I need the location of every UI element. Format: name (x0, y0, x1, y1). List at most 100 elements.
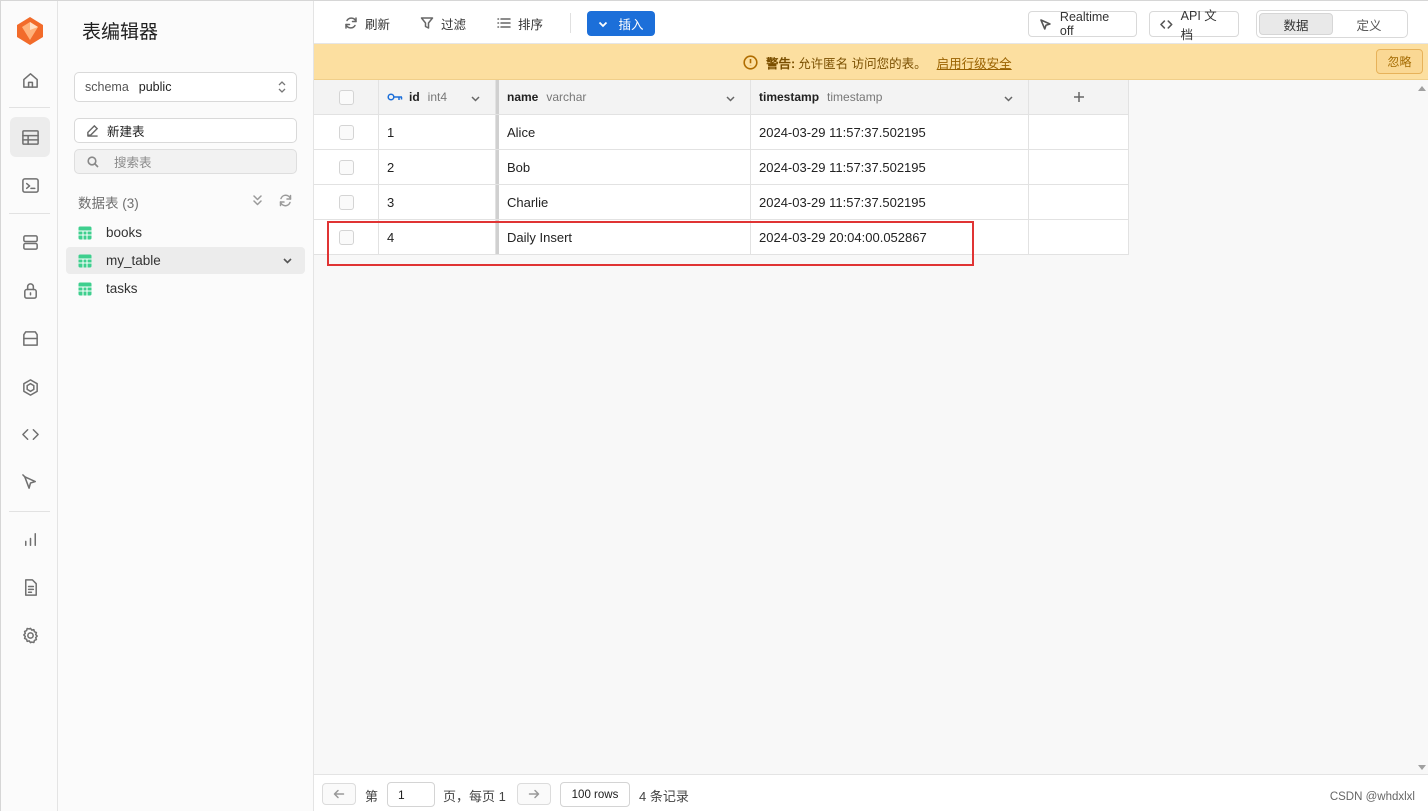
primary-key-icon (387, 93, 403, 101)
cell-id[interactable]: 4 (379, 220, 496, 255)
logs-document-icon[interactable] (10, 567, 50, 607)
cell-timestamp[interactable]: 2024-03-29 11:57:37.502195 (751, 115, 1029, 150)
settings-gear-icon[interactable] (10, 615, 50, 655)
refresh-tables-icon[interactable] (278, 193, 293, 208)
table-row[interactable]: 4 Daily Insert 2024-03-29 20:04:00.05286… (314, 220, 1129, 255)
table-grid-icon (78, 226, 92, 239)
row-checkbox[interactable] (338, 229, 354, 245)
next-page-button[interactable] (517, 783, 551, 805)
rls-warning-banner: 警告: 允许匿名 访问您的表。 启用行级安全 忽略 (314, 44, 1428, 80)
column-menu-chevron-icon[interactable] (1003, 93, 1014, 104)
table-grid-icon (78, 254, 92, 267)
toolbar: 刷新 过滤 排序 插入 Realtime off API 文档 数据 定义 (314, 1, 1428, 44)
tables-header: 数据表 (3) (78, 196, 139, 211)
cell-name[interactable]: Daily Insert (499, 220, 751, 255)
dismiss-warning-button[interactable]: 忽略 (1376, 49, 1423, 74)
schema-select[interactable]: schema public (74, 72, 297, 102)
api-code-icon[interactable] (10, 414, 50, 454)
column-menu-chevron-icon[interactable] (725, 93, 736, 104)
cell-name[interactable]: Charlie (499, 185, 751, 220)
sql-editor-icon[interactable] (10, 165, 50, 205)
cell-id[interactable]: 3 (379, 185, 496, 220)
app-window: 表编辑器 schema public 新建表 搜索表 数据表 (3) books… (0, 0, 1428, 811)
app-logo-icon[interactable] (16, 16, 44, 46)
scroll-up-arrow-icon[interactable] (1418, 86, 1426, 91)
cell-id[interactable]: 1 (379, 115, 496, 150)
column-name: id (409, 90, 420, 104)
add-column-button[interactable] (1029, 80, 1129, 115)
arrow-right-icon (528, 789, 540, 799)
cell-empty (1029, 150, 1129, 185)
sidebar-item-my-table[interactable]: my_table (66, 247, 305, 274)
storage-icon[interactable] (10, 318, 50, 358)
select-arrows-icon (278, 81, 286, 93)
new-table-button[interactable]: 新建表 (74, 118, 297, 143)
sidebar-item-tasks[interactable]: tasks (66, 275, 305, 302)
sort-button[interactable]: 排序 (497, 12, 543, 34)
tab-definition[interactable]: 定义 (1332, 13, 1406, 35)
chevron-down-icon (599, 21, 608, 27)
database-icon[interactable] (10, 222, 50, 262)
realtime-cursor-icon[interactable] (10, 462, 50, 502)
column-menu-chevron-icon[interactable] (470, 93, 481, 104)
page-title: 表编辑器 (82, 22, 159, 43)
realtime-toggle-button[interactable]: Realtime off (1028, 10, 1137, 38)
new-table-label: 新建表 (107, 125, 145, 139)
cell-empty (1029, 220, 1129, 255)
row-checkbox[interactable] (338, 194, 354, 210)
edit-icon (87, 124, 99, 137)
home-icon[interactable] (10, 60, 50, 100)
enable-rls-link[interactable]: 启用行级安全 (937, 53, 1012, 72)
filter-button[interactable]: 过滤 (420, 12, 466, 34)
table-row[interactable]: 3 Charlie 2024-03-29 11:57:37.502195 (314, 185, 1129, 220)
refresh-button[interactable]: 刷新 (344, 12, 390, 34)
table-row[interactable]: 2 Bob 2024-03-29 11:57:37.502195 (314, 150, 1129, 185)
vertical-scrollbar[interactable] (1415, 80, 1428, 774)
refresh-icon (345, 17, 357, 29)
cell-name[interactable]: Alice (499, 115, 751, 150)
insert-button[interactable]: 插入 (587, 11, 655, 36)
table-search-input[interactable]: 搜索表 (74, 149, 297, 174)
column-name: name (507, 90, 539, 104)
select-all-checkbox[interactable] (338, 89, 354, 105)
realtime-label: Realtime off (1059, 10, 1110, 38)
pagination-footer: 第 1 页，每页 1 100 rows 4 条记录 CSDN @whdxlxl (314, 774, 1428, 811)
insert-label: 插入 (618, 18, 644, 32)
edge-functions-icon[interactable] (10, 367, 50, 407)
row-checkbox[interactable] (338, 124, 354, 140)
sidebar-item-books[interactable]: books (66, 219, 305, 246)
filter-label: 过滤 (441, 17, 467, 32)
sort-list-icon (497, 18, 511, 28)
cursor-icon (1040, 18, 1051, 30)
collapse-all-icon[interactable] (250, 193, 265, 208)
cell-timestamp[interactable]: 2024-03-29 20:04:00.052867 (751, 220, 1029, 255)
rows-per-page-select[interactable]: 100 rows (560, 782, 630, 807)
cell-timestamp[interactable]: 2024-03-29 11:57:37.502195 (751, 185, 1029, 220)
chevron-down-icon[interactable] (282, 255, 293, 266)
table-row[interactable]: 1 Alice 2024-03-29 11:57:37.502195 (314, 115, 1129, 150)
auth-lock-icon[interactable] (10, 270, 50, 310)
column-header-id[interactable]: id int4 (379, 80, 496, 115)
row-checkbox[interactable] (338, 159, 354, 175)
reports-chart-icon[interactable] (10, 519, 50, 559)
previous-page-button[interactable] (322, 783, 356, 805)
cell-id[interactable]: 2 (379, 150, 496, 185)
cell-timestamp[interactable]: 2024-03-29 11:57:37.502195 (751, 150, 1029, 185)
grid-header-row: id int4 name varchar timestamp timestamp (314, 80, 1129, 115)
tab-data[interactable]: 数据 (1259, 13, 1333, 35)
record-count: 4 条记录 (639, 789, 689, 804)
filter-icon (420, 17, 434, 29)
column-header-timestamp[interactable]: timestamp timestamp (751, 80, 1029, 115)
column-header-name[interactable]: name varchar (499, 80, 751, 115)
scroll-down-arrow-icon[interactable] (1418, 765, 1426, 770)
code-icon (1160, 19, 1173, 29)
cell-name[interactable]: Bob (499, 150, 751, 185)
page-number-input[interactable]: 1 (387, 782, 435, 807)
watermark: CSDN @whdxlxl (1329, 791, 1415, 803)
api-docs-button[interactable]: API 文档 (1149, 9, 1239, 42)
schema-label: schema (85, 80, 129, 94)
table-editor-icon[interactable] (10, 117, 50, 157)
api-docs-label: API 文档 (1180, 9, 1217, 42)
icon-rail (1, 1, 58, 811)
sort-label: 排序 (518, 17, 544, 32)
